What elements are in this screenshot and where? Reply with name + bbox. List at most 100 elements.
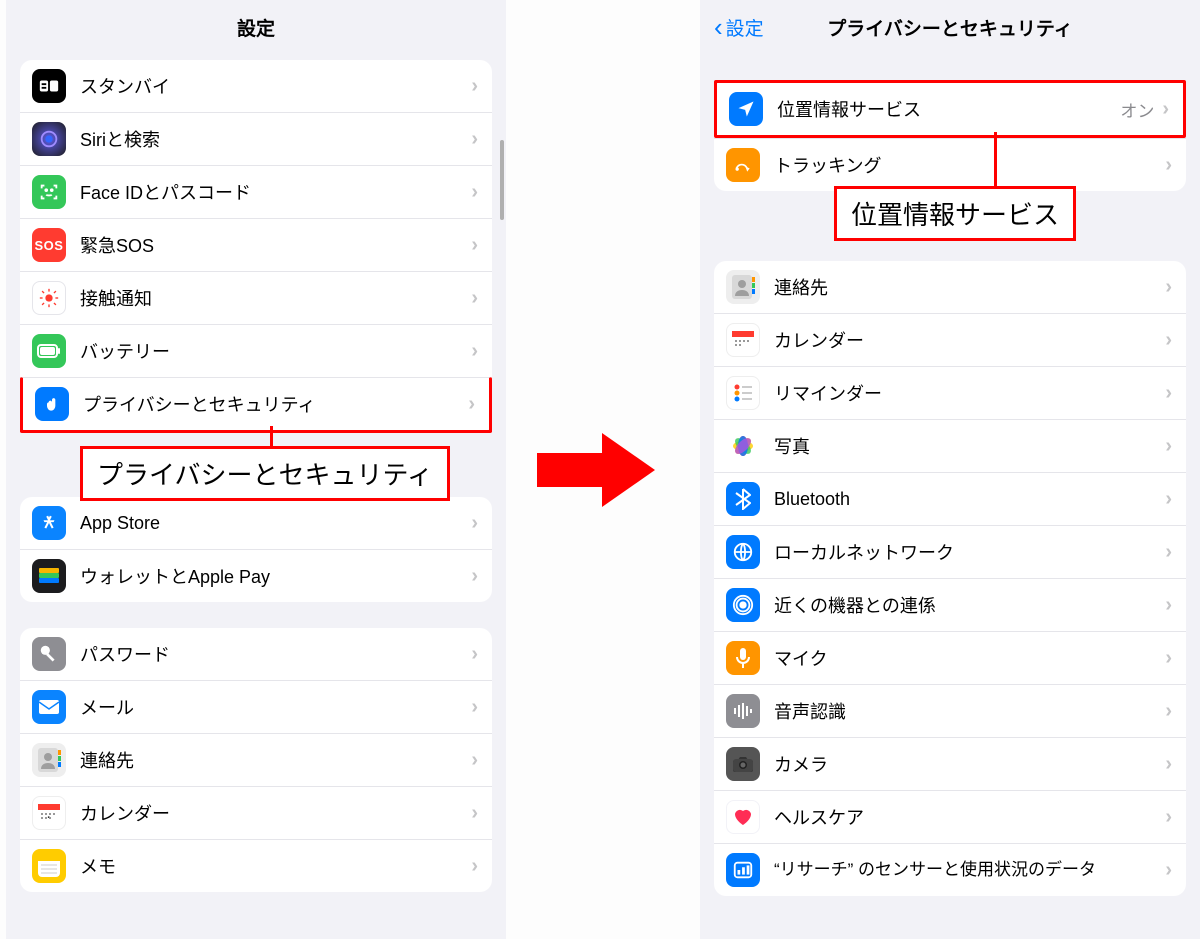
callout-privacy: プライバシーとセキュリティ xyxy=(80,446,450,501)
chevron-icon: › xyxy=(471,696,478,719)
health-icon xyxy=(726,800,760,834)
back-label: 設定 xyxy=(726,14,764,41)
row-label: ヘルスケア xyxy=(774,804,1165,830)
row-label: バッテリー xyxy=(80,338,471,364)
row-tracking[interactable]: トラッキング › xyxy=(714,138,1186,191)
row-sos[interactable]: SOS 緊急SOS › xyxy=(20,218,492,271)
page-title: 設定 xyxy=(237,14,275,41)
sos-icon: SOS xyxy=(32,228,66,262)
row-privacy[interactable]: プライバシーとセキュリティ › xyxy=(20,377,492,433)
row-contacts[interactable]: 連絡先 › xyxy=(714,261,1186,313)
callout-connector xyxy=(994,132,997,188)
chevron-icon: › xyxy=(1165,859,1172,882)
privacy-group-2: 連絡先 › カレンダー › リマインダー › xyxy=(714,261,1186,896)
row-label: Bluetooth xyxy=(774,489,1165,510)
row-bluetooth[interactable]: Bluetooth › xyxy=(714,472,1186,525)
location-icon xyxy=(729,92,763,126)
row-label: 音声認識 xyxy=(774,698,1165,724)
row-standby[interactable]: スタンバイ › xyxy=(20,60,492,112)
row-photos[interactable]: 写真 › xyxy=(714,419,1186,472)
row-notes[interactable]: メモ › xyxy=(20,839,492,892)
photos-icon xyxy=(726,429,760,463)
chevron-icon: › xyxy=(1165,700,1172,723)
chevron-icon: › xyxy=(471,287,478,310)
network-icon xyxy=(726,535,760,569)
chevron-icon: › xyxy=(1165,435,1172,458)
chevron-icon: › xyxy=(468,393,475,416)
chevron-icon: › xyxy=(471,643,478,666)
chevron-icon: › xyxy=(1165,329,1172,352)
microphone-icon xyxy=(726,641,760,675)
row-nearby[interactable]: 近くの機器との連係 › xyxy=(714,578,1186,631)
row-camera[interactable]: カメラ › xyxy=(714,737,1186,790)
contacts-icon xyxy=(32,743,66,777)
privacy-screen: ‹ 設定 プライバシーとセキュリティ 位置情報サービス オン › トラッキング … xyxy=(700,0,1200,939)
row-siri[interactable]: Siriと検索 › xyxy=(20,112,492,165)
tracking-icon xyxy=(726,148,760,182)
row-local-network[interactable]: ローカルネットワーク › xyxy=(714,525,1186,578)
row-speech[interactable]: 音声認識 › xyxy=(714,684,1186,737)
arrow-divider xyxy=(506,0,688,939)
row-wallet[interactable]: ウォレットとApple Pay › xyxy=(20,549,492,602)
row-mail[interactable]: メール › xyxy=(20,680,492,733)
page-title: プライバシーとセキュリティ xyxy=(827,14,1072,41)
row-label: トラッキング xyxy=(774,152,1165,178)
row-calendar[interactable]: · カレンダー › xyxy=(20,786,492,839)
row-contacts[interactable]: 連絡先 › xyxy=(20,733,492,786)
row-exposure[interactable]: 接触通知 › xyxy=(20,271,492,324)
privacy-content: 位置情報サービス オン › トラッキング › 位置情報サービス 連絡先 › xyxy=(700,54,1200,939)
row-label: プライバシーとセキュリティ xyxy=(83,391,468,417)
settings-content: スタンバイ › Siriと検索 › Face IDとパスコード › SOS 緊急… xyxy=(6,54,506,939)
row-reminders[interactable]: リマインダー › xyxy=(714,366,1186,419)
privacy-group-1: 位置情報サービス オン › トラッキング › 位置情報サービス xyxy=(714,80,1186,191)
chevron-icon: › xyxy=(1165,647,1172,670)
chevron-icon: › xyxy=(471,340,478,363)
row-passwords[interactable]: パスワード › xyxy=(20,628,492,680)
row-value: オン xyxy=(1120,97,1154,122)
back-button[interactable]: ‹ 設定 xyxy=(714,14,764,41)
siri-icon xyxy=(32,122,66,156)
row-label: 位置情報サービス xyxy=(777,96,1120,122)
callout-location: 位置情報サービス xyxy=(834,186,1076,241)
row-label: メモ xyxy=(80,853,471,879)
row-appstore[interactable]: App Store › xyxy=(20,497,492,549)
chevron-icon: › xyxy=(1165,753,1172,776)
nav-bar: 設定 xyxy=(6,0,506,54)
chevron-icon: › xyxy=(1165,594,1172,617)
row-label: 緊急SOS xyxy=(80,232,471,258)
row-health[interactable]: ヘルスケア › xyxy=(714,790,1186,843)
chevron-icon: › xyxy=(471,802,478,825)
battery-icon xyxy=(32,334,66,368)
row-label: カレンダー xyxy=(80,800,471,826)
row-label: スタンバイ xyxy=(80,73,471,99)
row-faceid[interactable]: Face IDとパスコード › xyxy=(20,165,492,218)
row-research[interactable]: “リサーチ” のセンサーと使用状況のデータ › xyxy=(714,843,1186,896)
wallet-icon xyxy=(32,559,66,593)
row-calendar[interactable]: カレンダー › xyxy=(714,313,1186,366)
row-label: マイク xyxy=(774,645,1165,671)
key-icon xyxy=(32,637,66,671)
row-label: 連絡先 xyxy=(80,747,471,773)
row-microphone[interactable]: マイク › xyxy=(714,631,1186,684)
faceid-icon xyxy=(32,175,66,209)
row-label: Face IDとパスコード xyxy=(80,179,471,205)
row-label: メール xyxy=(80,694,471,720)
row-label: パスワード xyxy=(80,641,471,667)
row-label: カレンダー xyxy=(774,327,1165,353)
chevron-icon: › xyxy=(471,234,478,257)
row-label: Siriと検索 xyxy=(80,126,471,152)
arrow-icon xyxy=(537,425,657,515)
nearby-icon xyxy=(726,588,760,622)
row-label: カメラ xyxy=(774,751,1165,777)
chevron-icon: › xyxy=(471,512,478,535)
settings-group-3: パスワード › メール › 連絡先 › · カレ xyxy=(20,628,492,892)
row-location-services[interactable]: 位置情報サービス オン › xyxy=(714,80,1186,138)
row-label: 近くの機器との連係 xyxy=(774,592,1165,618)
chevron-icon: › xyxy=(1165,382,1172,405)
exposure-icon xyxy=(32,281,66,315)
chevron-icon: › xyxy=(1165,154,1172,177)
chevron-icon: › xyxy=(471,855,478,878)
row-label: 写真 xyxy=(774,433,1165,459)
row-battery[interactable]: バッテリー › xyxy=(20,324,492,377)
chevron-icon: › xyxy=(1162,98,1169,121)
